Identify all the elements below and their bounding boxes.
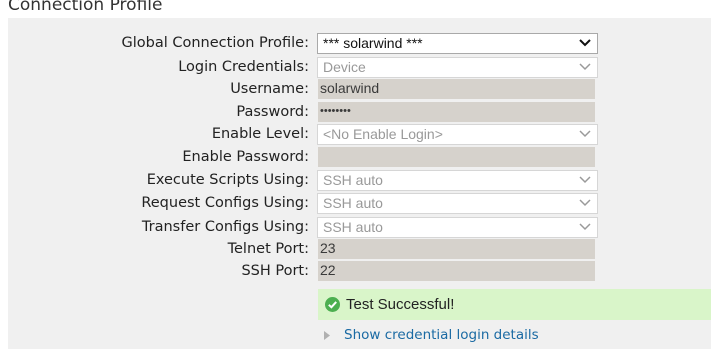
ssh-port-field[interactable]: 22: [318, 261, 595, 281]
telnet-port-label: Telnet Port:: [227, 241, 309, 257]
connection-profile-panel: Global Connection Profile: *** solarwind…: [8, 18, 711, 349]
username-field[interactable]: solarwind: [318, 79, 595, 99]
test-success-message: Test Successful!: [346, 296, 455, 313]
login-credentials-label: Login Credentials:: [178, 59, 309, 75]
request-configs-label: Request Configs Using:: [141, 195, 309, 211]
enable-level-value: <No Enable Login>: [323, 126, 443, 142]
login-credentials-value: Device: [323, 59, 366, 75]
transfer-configs-label: Transfer Configs Using:: [141, 219, 309, 235]
username-label: Username:: [230, 81, 309, 97]
request-configs-value: SSH auto: [323, 195, 383, 211]
chevron-down-icon: [579, 223, 591, 231]
enable-password-field[interactable]: [318, 147, 595, 167]
chevron-down-icon: [579, 39, 591, 47]
check-circle-icon: [325, 297, 340, 312]
chevron-down-icon: [579, 63, 591, 71]
execute-scripts-select[interactable]: SSH auto: [317, 170, 598, 191]
transfer-configs-value: SSH auto: [323, 219, 383, 235]
global-profile-select[interactable]: *** solarwind ***: [317, 33, 598, 54]
chevron-down-icon: [579, 130, 591, 138]
ssh-port-label: SSH Port:: [241, 263, 309, 279]
chevron-down-icon: [579, 199, 591, 207]
transfer-configs-select[interactable]: SSH auto: [317, 217, 598, 238]
enable-level-select[interactable]: <No Enable Login>: [317, 124, 598, 145]
global-profile-label: Global Connection Profile:: [121, 35, 310, 51]
enable-password-label: Enable Password:: [182, 149, 309, 165]
global-profile-value: *** solarwind ***: [323, 35, 423, 51]
show-credential-details-label: Show credential login details: [344, 327, 539, 343]
execute-scripts-label: Execute Scripts Using:: [146, 172, 309, 188]
test-success-banner: Test Successful!: [318, 289, 711, 320]
password-field[interactable]: ••••••••: [318, 102, 595, 122]
triangle-right-icon: [324, 331, 330, 340]
chevron-down-icon: [579, 176, 591, 184]
telnet-port-field[interactable]: 23: [318, 239, 595, 259]
password-label: Password:: [236, 104, 309, 120]
execute-scripts-value: SSH auto: [323, 172, 383, 188]
section-title: Connection Profile: [8, 0, 163, 15]
login-credentials-select[interactable]: Device: [317, 57, 598, 78]
enable-level-label: Enable Level:: [211, 126, 309, 142]
request-configs-select[interactable]: SSH auto: [317, 193, 598, 214]
